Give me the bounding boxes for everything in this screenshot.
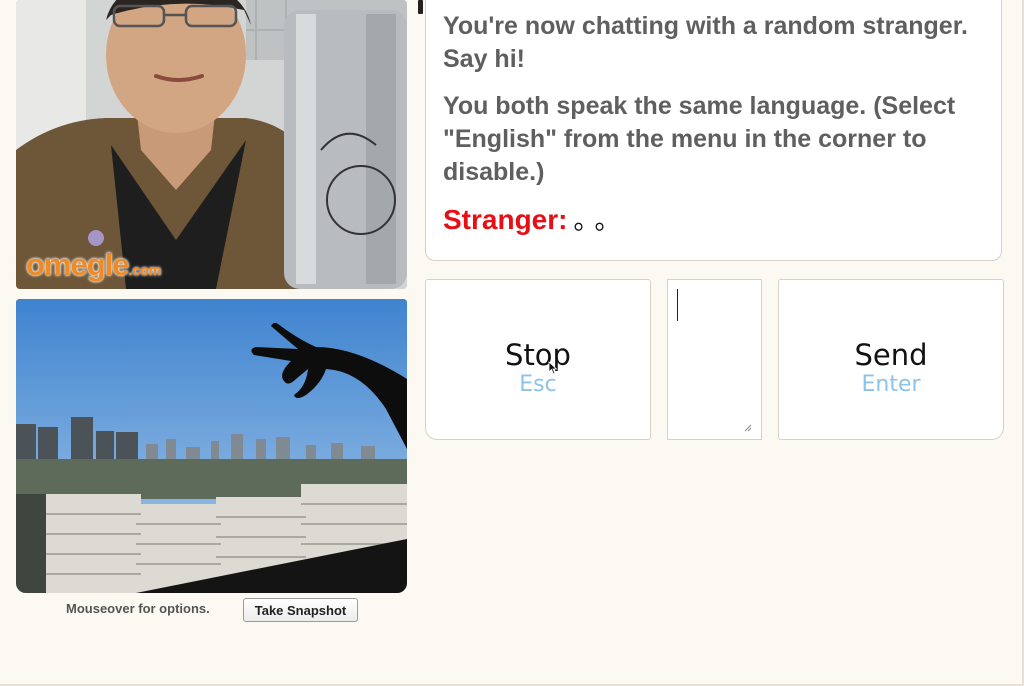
scrollbar-handle[interactable] xyxy=(418,0,423,14)
status-message: You're now chatting with a random strang… xyxy=(443,12,968,73)
send-button-label: Send xyxy=(854,338,928,372)
stranger-message-text: 。。 xyxy=(573,205,629,235)
omegle-logo-main: omegle xyxy=(26,247,130,282)
resize-grip-icon[interactable] xyxy=(744,424,752,432)
self-video[interactable] xyxy=(16,299,407,593)
omegle-logo: omegle.com xyxy=(26,247,161,283)
stranger-video-frame xyxy=(16,0,407,289)
stop-button-label: Stop xyxy=(505,338,571,372)
chat-message-input[interactable] xyxy=(667,279,762,440)
mouse-pointer-icon xyxy=(548,361,558,375)
send-key-hint: Enter xyxy=(861,372,921,397)
chat-log[interactable]: You're now chatting with a random strang… xyxy=(425,0,1002,261)
stranger-label: Stranger: xyxy=(443,204,568,235)
take-snapshot-button[interactable]: Take Snapshot xyxy=(243,598,358,622)
stop-button[interactable]: Stop Esc xyxy=(425,279,651,440)
options-hint: Mouseover for options. xyxy=(66,601,210,616)
omegle-logo-suffix: .com xyxy=(128,262,162,278)
stop-key-hint: Esc xyxy=(519,372,557,397)
status-message: You both speak the same language. (Selec… xyxy=(443,92,956,186)
send-button[interactable]: Send Enter xyxy=(778,279,1004,440)
app-frame: omegle.com Mouseover for options. Take S… xyxy=(0,0,1024,686)
text-caret xyxy=(677,289,678,321)
stranger-message-line: Stranger:。。 xyxy=(443,203,985,237)
self-video-frame xyxy=(16,299,407,593)
stranger-video[interactable]: omegle.com xyxy=(16,0,407,289)
